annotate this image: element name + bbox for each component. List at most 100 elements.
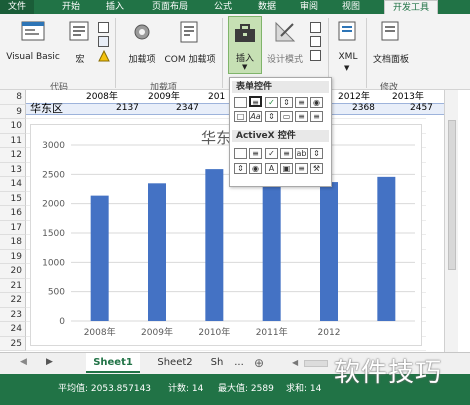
visual-basic-button[interactable]: Visual Basic [2,18,64,66]
row-header-23[interactable]: 23 [0,307,26,322]
vertical-scrollbar[interactable] [444,90,458,352]
cell-value-2013[interactable]: 2457 [410,103,433,114]
tab-data[interactable]: 数据 [252,0,282,14]
add-sheet-icon[interactable]: ⊕ [254,356,264,370]
run-dialog-icon[interactable] [310,50,321,61]
com-addins-button[interactable]: COM 加载项 [162,18,218,66]
bar-2012[interactable] [320,182,338,321]
row-header-13[interactable]: 13 [0,162,26,177]
row-header-24[interactable]: 24 [0,322,26,337]
bar-2010年[interactable] [205,169,224,321]
bar-2011年[interactable] [262,176,281,321]
row-header-15[interactable]: 15 [0,191,26,206]
row-header-12[interactable]: 12 [0,148,26,163]
visual-basic-icon [21,21,45,41]
insert-controls-button[interactable]: 插入 ▼ [228,16,262,74]
more-sheets-button[interactable]: ... [230,353,248,373]
tab-developer[interactable]: 开发工具 [384,0,438,14]
horizontal-scroll-left-icon[interactable]: ◀ [292,358,298,367]
row-header-20[interactable]: 20 [0,264,26,279]
row-header-18[interactable]: 18 [0,235,26,250]
activex-image-icon[interactable]: ▣ [280,163,293,174]
activex-combo-box-icon[interactable]: ≡ [249,148,262,159]
cell-value-2008[interactable]: 2137 [116,103,139,114]
cell-value-2009[interactable]: 2347 [176,103,199,114]
x-tick-label: 2008年 [84,326,116,338]
activex-toggle-button-icon[interactable]: ≡ [295,163,308,174]
scroll-bar-icon[interactable]: ⇕ [265,111,278,122]
row-header-14[interactable]: 14 [0,177,26,192]
option-button-icon[interactable]: ◉ [310,97,323,108]
row-header-9[interactable]: 9 [0,104,26,119]
scroll-right-icon[interactable]: ▶ [46,357,53,367]
status-sum: 求和: 14 [286,384,322,394]
combo-list-edit-icon[interactable]: ≡ [295,111,308,122]
document-panel-button[interactable]: 文档面板 [368,18,414,66]
check-box-icon[interactable]: ✓ [265,97,278,108]
bar-2009年[interactable] [148,183,166,321]
tab-insert[interactable]: 插入 [100,0,130,14]
tab-home[interactable]: 开始 [56,0,86,14]
spin-button-icon[interactable]: ⇕ [280,97,293,108]
group-box-icon[interactable]: □ [234,111,247,122]
bar-2008年[interactable] [90,195,109,321]
insert-controls-gallery: 表单控件 ≡ ✓ ⇕ ≡ ◉ □ Aa ⇕ ▭ ≡ ≡ ActiveX 控件 ≡… [229,77,332,187]
cell-header-2009[interactable]: 2009年 [148,92,180,103]
activex-list-box-icon[interactable]: ≡ [280,148,293,159]
row-header-10[interactable]: 10 [0,119,26,134]
relative-reference-icon[interactable] [98,36,109,47]
activex-spin-button-icon[interactable]: ⇕ [234,163,247,174]
list-box-icon[interactable]: ≡ [295,97,308,108]
bar-2013[interactable] [377,176,396,321]
scroll-left-icon[interactable]: ◀ [20,357,27,367]
activex-text-box-icon[interactable]: ab [295,148,308,159]
scroll-thumb[interactable] [448,120,456,270]
grid-line [26,118,426,119]
row-header-22[interactable]: 22 [0,293,26,308]
sheet-tab-sheet2[interactable]: Sheet2 [150,353,200,373]
xml-button[interactable]: XML ▼ [334,18,362,74]
row-header-21[interactable]: 21 [0,278,26,293]
design-mode-button[interactable]: 设计模式 [264,18,306,66]
row-header-11[interactable]: 11 [0,133,26,148]
tab-file[interactable]: 文件 [0,0,34,14]
activex-option-button-icon[interactable]: ◉ [249,163,262,174]
horizontal-scrollbar[interactable] [304,360,328,367]
bar-chart[interactable]: 华东 0 500 1000 1500 2000 2500 3000 2008年 2009年 201… [30,124,422,346]
button-control-icon[interactable] [234,97,247,108]
tab-review[interactable]: 审阅 [294,0,324,14]
activex-check-box-icon[interactable]: ✓ [265,148,278,159]
cell-value-2012[interactable]: 2368 [352,103,375,114]
cell-header-2010[interactable]: 201 [208,92,225,103]
cell-region-label[interactable]: 华东区 [30,103,63,114]
activex-label-icon[interactable]: A [265,163,278,174]
row-header-8[interactable]: 8 [0,90,26,105]
tab-view[interactable]: 视图 [336,0,366,14]
label-control-icon[interactable]: Aa [249,111,262,122]
activex-more-controls-icon[interactable]: ⚒ [310,163,323,174]
macro-button[interactable]: 宏 [66,18,94,66]
sheet-tab-sheet1[interactable]: Sheet1 [86,353,140,373]
row-header-16[interactable]: 16 [0,206,26,221]
cell-header-2013[interactable]: 2013年 [392,92,424,103]
cell-header-2008[interactable]: 2008年 [86,92,118,103]
activex-scroll-bar-icon[interactable]: ⇕ [310,148,323,159]
properties-icon[interactable] [310,22,321,33]
tab-formulas[interactable]: 公式 [208,0,238,14]
activex-button-icon[interactable] [234,148,247,159]
row-header-25[interactable]: 25 [0,336,26,351]
x-tick-label: 2009年 [141,326,173,338]
record-macro-icon[interactable] [98,22,109,33]
addins-button[interactable]: 加载项 [122,18,162,66]
row-header-19[interactable]: 19 [0,249,26,264]
combo-box-icon[interactable]: ≡ [249,96,262,107]
macro-security-icon[interactable] [98,50,110,62]
text-field-icon[interactable]: ▭ [280,111,293,122]
chevron-down-icon: ▼ [344,64,350,72]
sheet-tab-sheet3[interactable]: Sh [204,353,230,373]
tab-page-layout[interactable]: 页面布局 [144,0,196,14]
cell-header-2012[interactable]: 2012年 [338,92,370,103]
row-header-17[interactable]: 17 [0,220,26,235]
view-code-icon[interactable] [310,36,321,47]
combo-drop-down-edit-icon[interactable]: ≡ [310,111,323,122]
